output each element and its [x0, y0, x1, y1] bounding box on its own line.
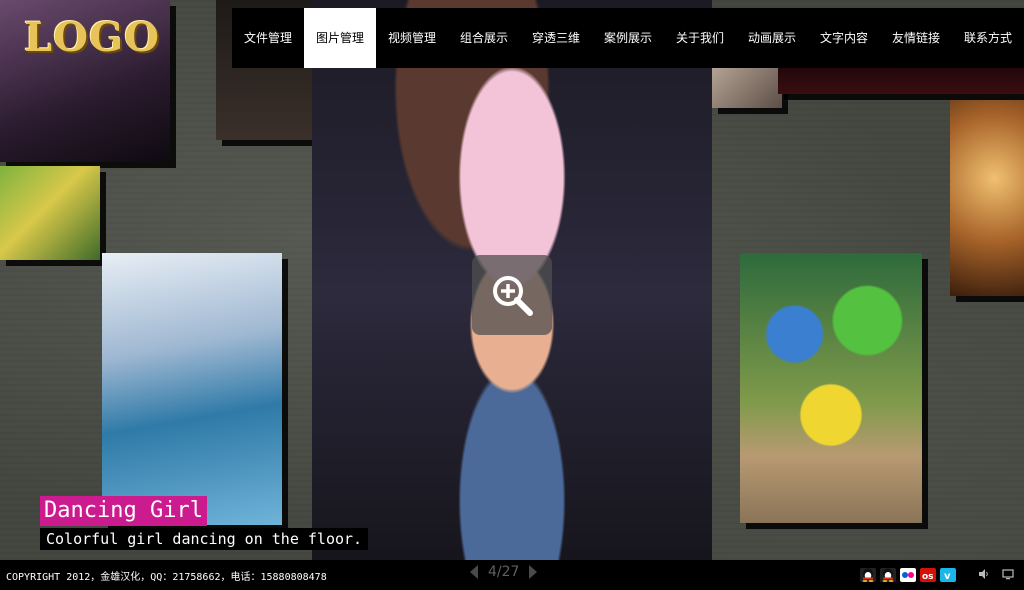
nav-item-images[interactable]: 图片管理: [304, 8, 376, 68]
page-counter: 4/27: [488, 564, 520, 580]
flickr-icon[interactable]: [900, 568, 916, 582]
nav-item-videos[interactable]: 视频管理: [376, 8, 448, 68]
caption-subtitle: Colorful girl dancing on the floor.: [40, 528, 369, 550]
main-nav: 文件管理 图片管理 视频管理 组合展示 穿透三维 案例展示 关于我们 动画展示 …: [232, 8, 1024, 68]
thumbnail-photo-blue-dress[interactable]: [102, 253, 282, 525]
lastfm-icon[interactable]: os: [920, 568, 936, 582]
pager: 4/27: [470, 564, 538, 580]
prev-arrow-icon[interactable]: [470, 565, 478, 579]
player-controls: [978, 568, 1014, 580]
zoom-in-icon: [493, 276, 533, 316]
footer-bar: COPYRIGHT 2012，金雄汉化，QQ：21758662，电话：15880…: [0, 560, 1024, 590]
copyright-text: COPYRIGHT 2012，金雄汉化，QQ：21758662，电话：15880…: [6, 572, 327, 583]
nav-item-cases[interactable]: 案例展示: [592, 8, 664, 68]
nav-item-links[interactable]: 友情链接: [880, 8, 952, 68]
thumbnail-photo-graffiti[interactable]: [740, 253, 922, 523]
nav-item-contact[interactable]: 联系方式: [952, 8, 1024, 68]
site-logo: LOGO: [24, 14, 160, 61]
fullscreen-icon[interactable]: [1002, 568, 1014, 580]
zoom-button[interactable]: [472, 255, 552, 335]
nav-item-3d[interactable]: 穿透三维: [520, 8, 592, 68]
svg-text:os: os: [922, 572, 934, 582]
volume-icon[interactable]: [978, 568, 990, 580]
caption-title: Dancing Girl: [40, 496, 207, 526]
nav-item-files[interactable]: 文件管理: [232, 8, 304, 68]
qq-icon[interactable]: [880, 568, 896, 582]
thumbnail-photo-green[interactable]: [0, 166, 100, 260]
thumbnail-photo-sunglasses[interactable]: [950, 100, 1024, 296]
vimeo-icon[interactable]: v: [940, 568, 956, 582]
social-links: os v: [860, 568, 956, 582]
qq-icon[interactable]: [860, 568, 876, 582]
next-arrow-icon[interactable]: [529, 565, 538, 579]
svg-text:v: v: [944, 571, 951, 582]
nav-item-text[interactable]: 文字内容: [808, 8, 880, 68]
nav-item-combined[interactable]: 组合展示: [448, 8, 520, 68]
nav-item-animation[interactable]: 动画展示: [736, 8, 808, 68]
nav-item-about[interactable]: 关于我们: [664, 8, 736, 68]
